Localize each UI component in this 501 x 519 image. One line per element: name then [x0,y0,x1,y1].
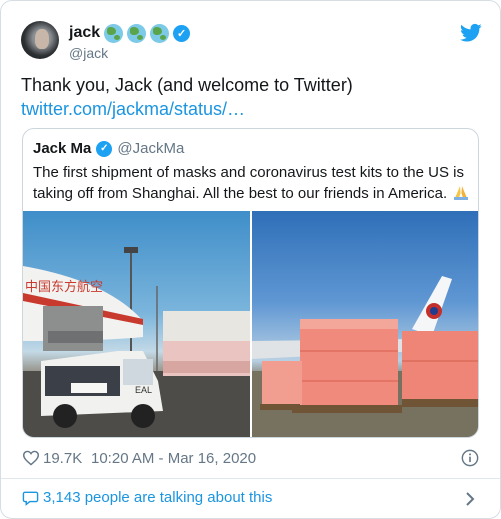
tweet-timestamp[interactable]: 10:20 AM - Mar 16, 2020 [91,450,256,468]
quoted-tweet[interactable]: Jack Ma ✓ @JackMa The first shipment of … [22,128,479,438]
quoted-tweet-text: The first shipment of masks and coronavi… [33,164,465,202]
info-icon[interactable] [461,449,479,467]
quoted-tweet-text-wrap: The first shipment of masks and coronavi… [33,162,473,204]
conversation-row[interactable]: 3,143 people are talking about this [1,479,500,518]
chevron-right-icon[interactable] [465,491,475,507]
like-count[interactable]: 19.7K [43,450,82,468]
twitter-logo-icon[interactable] [460,23,482,43]
reply-bubble-icon [22,491,39,506]
author-block: jack ✓ @jack [69,23,191,61]
tweet-text: Thank you, Jack (and welcome to Twitter) [21,75,353,95]
svg-text:中国东方航空: 中国东方航空 [25,279,103,294]
globe-asia-australia-icon [150,23,170,43]
quoted-author-name: Jack Ma [33,140,92,157]
tweet-header: jack ✓ @jack [21,19,484,65]
author-name[interactable]: jack [69,24,100,42]
conversation-label[interactable]: 3,143 people are talking about this [43,489,272,507]
svg-text:EAL: EAL [135,385,152,395]
heart-icon[interactable] [22,450,40,466]
quoted-author-handle: @JackMa [117,140,185,157]
verified-badge-icon: ✓ [96,140,113,157]
globe-africa-europe-icon [104,23,124,43]
media-gallery: 中国东方航空 EAL [23,211,478,437]
cargo-plane-loading-photo[interactable]: 中国东方航空 EAL [23,211,250,437]
folded-hands-icon [454,186,469,200]
tweet-link[interactable]: twitter.com/jackma/status/… [21,97,245,122]
verified-badge-icon: ✓ [173,24,191,42]
author-handle[interactable]: @jack [69,45,190,61]
avatar[interactable] [21,21,59,59]
globe-americas-icon [127,23,147,43]
quoted-tweet-header: Jack Ma ✓ @JackMa [33,140,184,157]
cargo-pallets-photo[interactable] [252,211,478,437]
tweet-embed-card: jack ✓ @jack Thank you, Jack (and welcom… [0,0,501,519]
